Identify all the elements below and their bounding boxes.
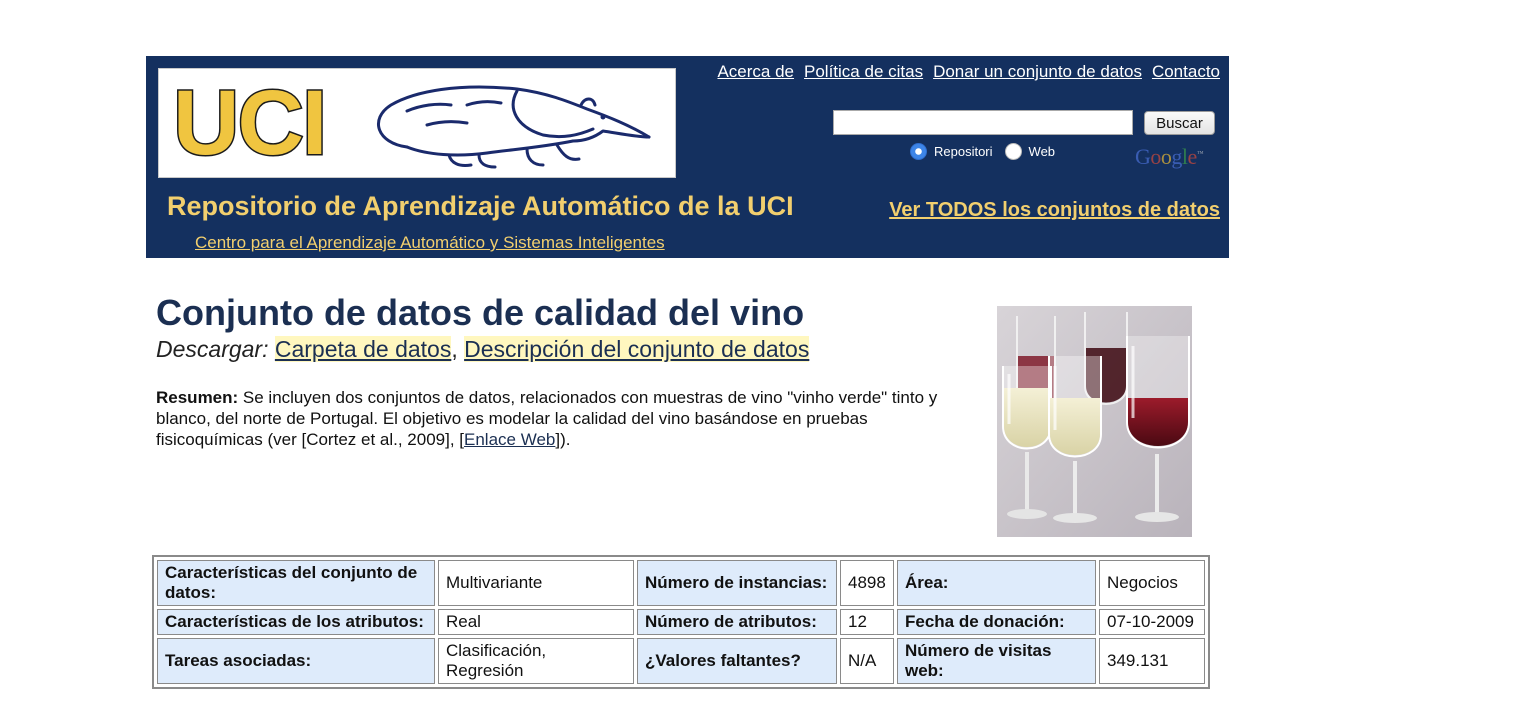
google-letter: g [1171, 144, 1182, 169]
dataset-description-link[interactable]: Descripción del conjunto de datos [464, 336, 810, 362]
page: UCI Acerca de Política de citas Donar un… [0, 0, 1536, 704]
download-label: Descargar: [156, 336, 269, 362]
table-row: Características de los atributos: Real N… [157, 609, 1205, 635]
table-value-cell: Multivariante [438, 560, 634, 606]
table-key-cell: Número de instancias: [637, 560, 837, 606]
table-key-cell: Tareas asociadas: [157, 638, 435, 684]
table-key-cell: Número de atributos: [637, 609, 837, 635]
google-letter: e [1187, 144, 1198, 169]
view-all-datasets-link[interactable]: Ver TODOS los conjuntos de datos [889, 199, 1220, 222]
table-row: Tareas asociadas: Clasificación, Regresi… [157, 638, 1205, 684]
table-value-cell: N/A [840, 638, 894, 684]
nav-link-citation-policy[interactable]: Política de citas [804, 62, 923, 82]
radio-web[interactable] [1004, 143, 1022, 160]
center-link[interactable]: Centro para el Aprendizaje Automático y … [195, 233, 665, 253]
data-folder-link[interactable]: Carpeta de datos [274, 336, 452, 362]
nav-link-donate-dataset[interactable]: Donar un conjunto de datos [933, 62, 1142, 82]
anteater-icon [376, 85, 651, 169]
table-key-cell: Fecha de donación: [897, 609, 1096, 635]
search-scope-radio-group: Repositori Web [910, 143, 1067, 160]
table-key-cell: Número de visitas web: [897, 638, 1096, 684]
abstract: Resumen: Se incluyen dos conjuntos de da… [156, 387, 976, 450]
search-button[interactable]: Buscar [1144, 111, 1215, 135]
web-link[interactable]: Enlace Web [464, 430, 555, 449]
uci-logo[interactable]: UCI [158, 68, 676, 178]
radio-web-label: Web [1028, 144, 1056, 159]
download-line: Descargar: Carpeta de datos, Descripción… [156, 336, 810, 363]
nav-link-contact[interactable]: Contacto [1152, 62, 1220, 82]
header-banner: UCI Acerca de Política de citas Donar un… [146, 56, 1229, 258]
table-row: Características del conjunto de datos: M… [157, 560, 1205, 606]
google-letter: o [1150, 144, 1161, 169]
table-key-cell: ¿Valores faltantes? [637, 638, 837, 684]
table-value-cell: Real [438, 609, 634, 635]
table-value-cell: 349.131 [1099, 638, 1205, 684]
page-title: Conjunto de datos de calidad del vino [156, 292, 805, 333]
table-value-cell: Negocios [1099, 560, 1205, 606]
top-nav: Acerca de Política de citas Donar un con… [717, 62, 1220, 82]
abstract-label: Resumen: [156, 388, 239, 407]
table-value-cell: 12 [840, 609, 894, 635]
google-trademark: ™ [1196, 149, 1204, 158]
table-key-cell: Características del conjunto de datos: [157, 560, 435, 606]
download-separator: , [451, 336, 458, 362]
search-input[interactable] [833, 110, 1133, 135]
nav-link-about[interactable]: Acerca de [717, 62, 794, 82]
google-logo: Google™ [1135, 144, 1204, 170]
radio-repository-label: Repositori [934, 144, 993, 159]
radio-repository[interactable] [910, 143, 927, 160]
abstract-end: ]). [555, 430, 571, 449]
table-value-cell: 07-10-2009 [1099, 609, 1205, 635]
google-letter: G [1135, 144, 1151, 169]
table-key-cell: Características de los atributos: [157, 609, 435, 635]
table-value-cell: Clasificación, Regresión [438, 638, 634, 684]
logo-text: UCI [171, 72, 328, 175]
google-letter: o [1160, 144, 1172, 169]
wine-glasses-image [997, 306, 1192, 537]
dataset-info-table: Características del conjunto de datos: M… [152, 555, 1210, 689]
table-value-cell: 4898 [840, 560, 894, 606]
repository-title: Repositorio de Aprendizaje Automático de… [167, 191, 794, 221]
table-key-cell: Área: [897, 560, 1096, 606]
